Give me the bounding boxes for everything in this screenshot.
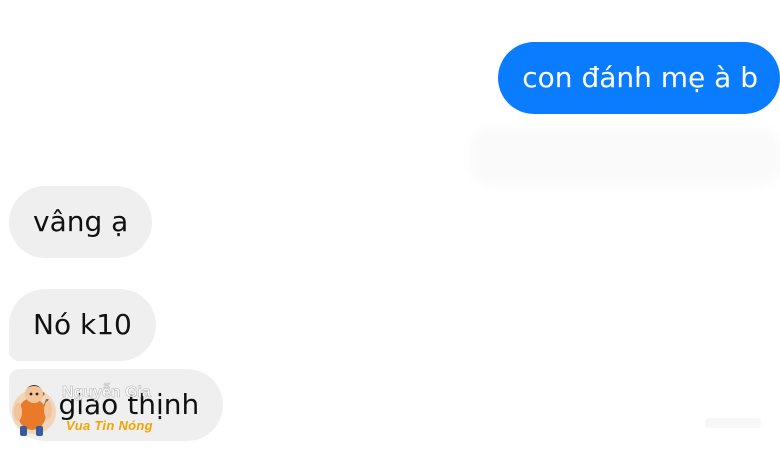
received-message-bubble[interactable]: vâng ạ xyxy=(9,186,153,258)
watermark-tagline: Vua Tin Nóng xyxy=(66,418,153,433)
received-message-bubble[interactable]: Nó k10 xyxy=(9,289,156,361)
blurred-region xyxy=(470,128,780,186)
faint-artifact xyxy=(705,418,761,428)
cartoon-mascot-icon xyxy=(12,385,56,436)
chat-thread: con đánh mẹ à b vâng ạ Nó k10 ỷ giao thị… xyxy=(0,0,780,451)
sent-message-bubble[interactable]: con đánh mẹ à b xyxy=(498,42,780,114)
watermark-brand-name: Nguyễn Gia xyxy=(62,384,152,402)
watermark-logo: Nguyễn Gia Vua Tin Nóng xyxy=(10,378,190,440)
